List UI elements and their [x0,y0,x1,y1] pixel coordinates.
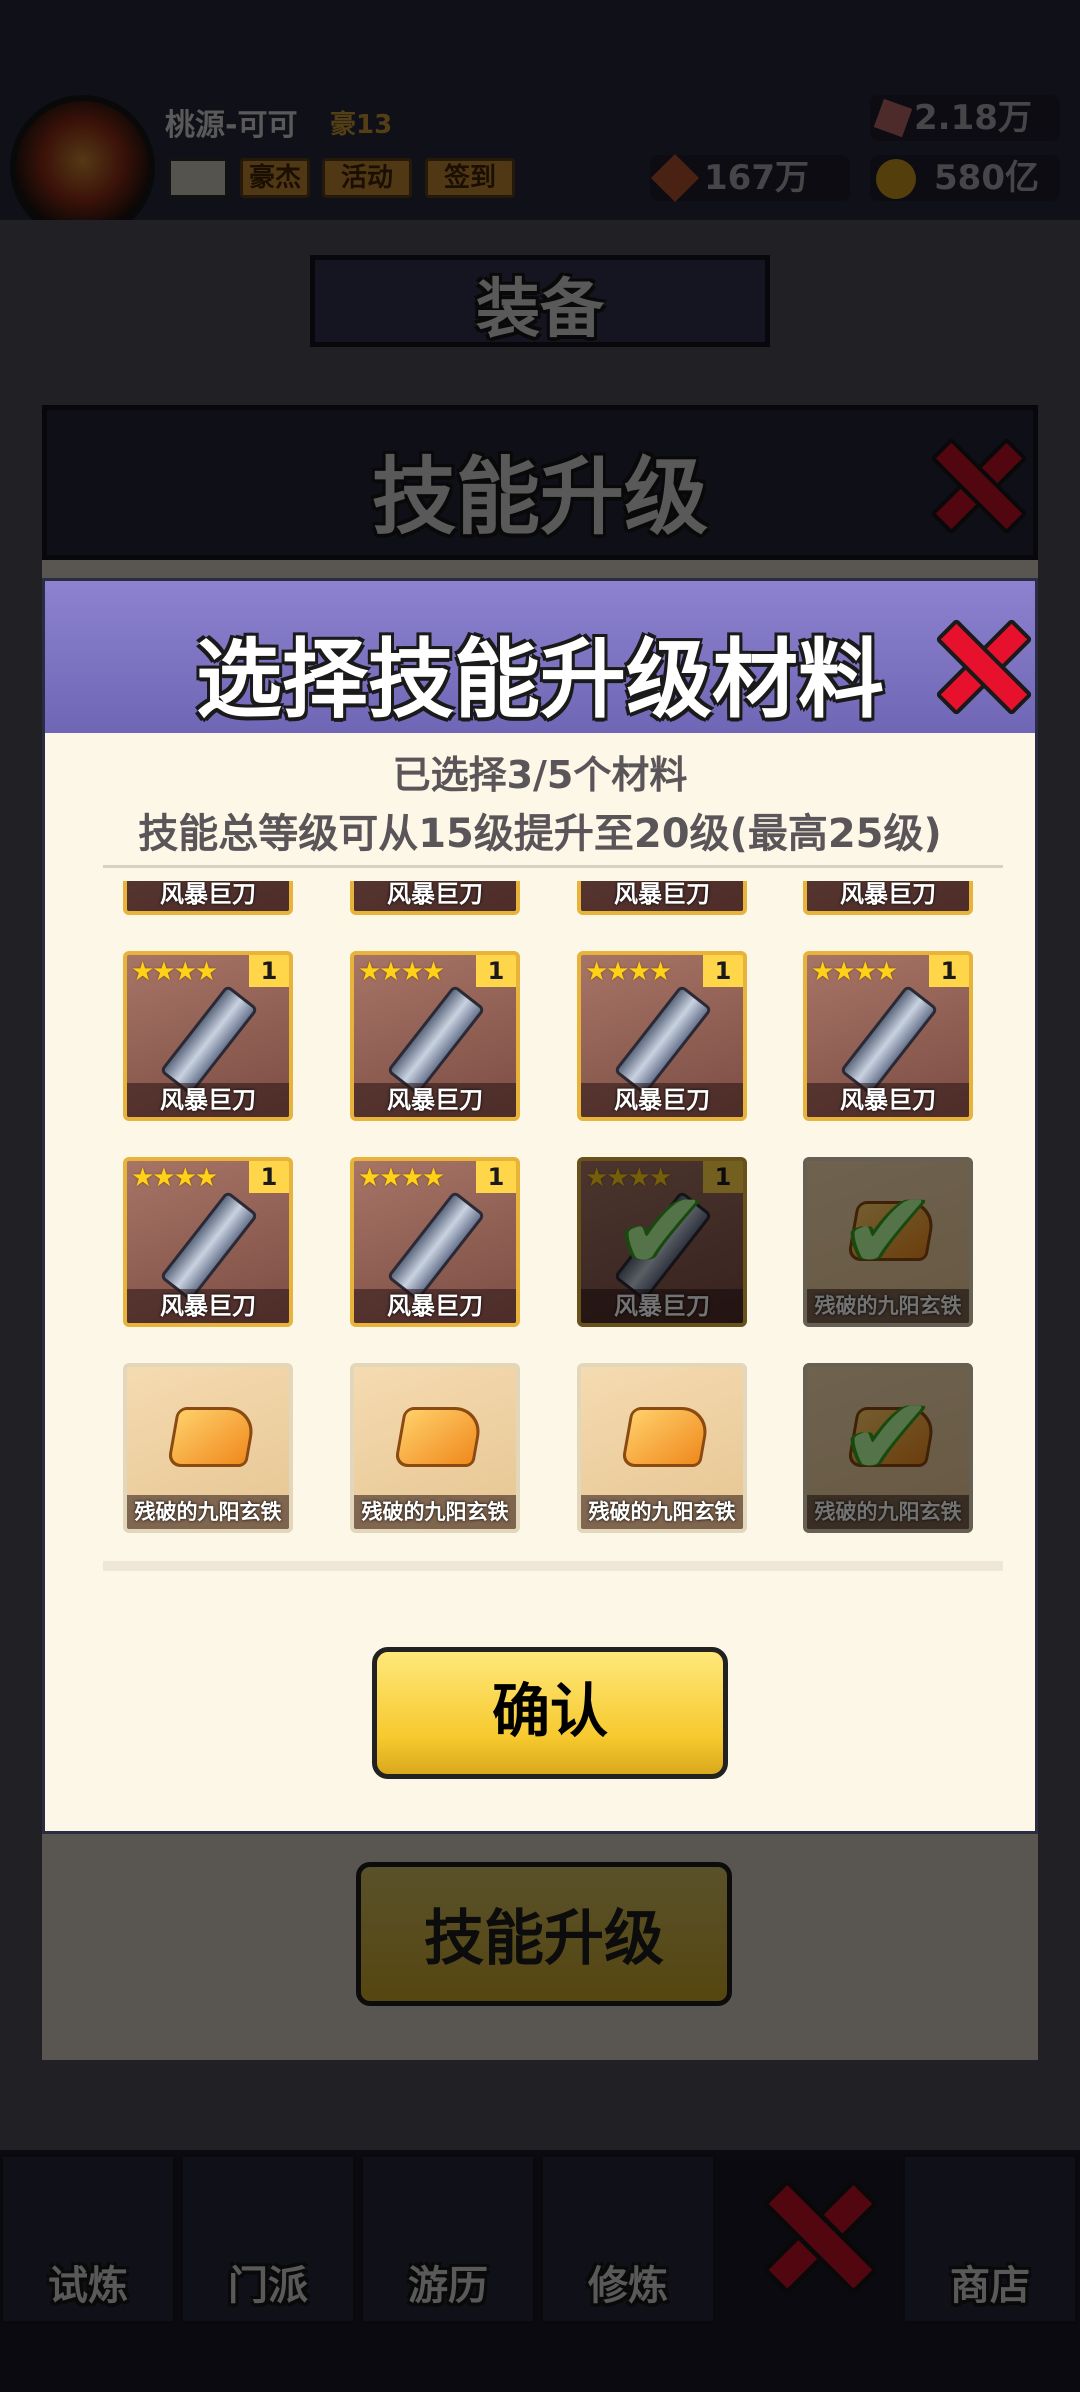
dialog-close-icon[interactable] [935,621,1019,705]
ore-icon [393,1407,485,1467]
gem-counter: 2.18万 [870,95,1060,141]
selected-check-icon: ✔ [615,1167,709,1295]
nav-cultivate[interactable]: 修炼 [540,2154,716,2324]
material-card-blade[interactable]: ★★★★ 1 风暴巨刀 [123,951,293,1121]
level-badge: 1 [249,955,289,987]
nav-shop[interactable]: 商店 [902,2154,1078,2324]
mail-icon[interactable] [168,158,228,198]
equip-title: 装备 [476,273,604,347]
token-icon [650,153,700,203]
material-name: 风暴巨刀 [807,1083,969,1117]
selected-check-icon: ✔ [841,1373,935,1501]
blade-icon [159,984,259,1096]
material-card-partial[interactable]: 风暴巨刀 [350,881,520,915]
chip-signin[interactable]: 签到 [425,158,515,198]
material-card-blade[interactable]: ★★★★ 1 风暴巨刀 [350,1157,520,1327]
material-card-ore[interactable]: 残破的九阳玄铁 [123,1363,293,1533]
gem-icon [873,98,913,138]
chip-event[interactable]: 活动 [322,158,412,198]
material-card-blade[interactable]: ★★★★ 1 风暴巨刀 [803,951,973,1121]
nav-trial[interactable]: 试炼 [0,2154,176,2324]
material-card-ore[interactable]: 残破的九阳玄铁 ✔ [803,1157,973,1327]
divider [103,865,1003,868]
player-name: 桃源-可可 [165,108,298,143]
material-card-blade[interactable]: ★★★★ 1 风暴巨刀 [123,1157,293,1327]
material-name: 残破的九阳玄铁 [581,1495,743,1529]
token-counter: 167万 [650,153,850,203]
chip-hero[interactable]: 豪杰 [240,158,310,198]
level-badge: 1 [249,1161,289,1193]
player-avatar[interactable] [10,95,155,240]
select-material-dialog: 选择技能升级材料 已选择3/5个材料 技能总等级可从15级提升至20级(最高25… [42,578,1038,1834]
gold-counter: 580亿 [870,155,1060,201]
star-rating: ★★★★ [131,957,218,987]
ore-icon [620,1407,712,1467]
level-badge: 1 [703,1161,743,1193]
material-name: 残破的九阳玄铁 [127,1495,289,1529]
material-card-partial[interactable]: 风暴巨刀 [577,881,747,915]
blade-icon [613,984,713,1096]
material-name: 风暴巨刀 [127,1083,289,1117]
material-card-ore[interactable]: 残破的九阳玄铁 [577,1363,747,1533]
nav-sect[interactable]: 门派 [180,2154,356,2324]
coin-icon [876,159,916,199]
grid-fade [103,1561,1003,1571]
level-badge: 1 [476,955,516,987]
material-card-partial[interactable]: 风暴巨刀 [123,881,293,915]
material-name: 风暴巨刀 [581,1083,743,1117]
selected-check-icon: ✔ [841,1167,935,1295]
material-name: 残破的九阳玄铁 [354,1495,516,1529]
blade-icon [386,1190,486,1302]
star-rating: ★★★★ [585,957,672,987]
selected-count: 已选择3/5个材料 [392,753,688,797]
material-name: 风暴巨刀 [354,1289,516,1323]
upgrade-button-label: 技能升级 [424,1904,664,1974]
star-rating: ★★★★ [811,957,898,987]
vip-badge: 豪13 [330,110,393,140]
material-card-blade[interactable]: ★★★★ 1 风暴巨刀 [350,951,520,1121]
close-icon[interactable] [930,440,1014,524]
blade-icon [386,984,486,1096]
material-name: 风暴巨刀 [354,1083,516,1117]
star-rating: ★★★★ [358,1163,445,1193]
bottom-nav: 试炼 门派 游历 修炼 商店 [0,2150,1080,2392]
skill-upgrade-title: 技能升级 [371,448,708,546]
material-grid[interactable]: 风暴巨刀 风暴巨刀 风暴巨刀 风暴巨刀 ★★★★ 1 风暴巨刀 ★★★★ 1 风暴巨刀 ★★… [45,881,1035,1571]
level-info: 技能总等级可从15级提升至20级(最高25级) [138,811,942,857]
ore-icon [166,1407,258,1467]
material-card-partial[interactable]: 风暴巨刀 [803,881,973,915]
level-badge: 1 [929,955,969,987]
material-name: 风暴巨刀 [127,1289,289,1323]
star-rating: ★★★★ [131,1163,218,1193]
material-card-blade[interactable]: ★★★★ 1 风暴巨刀 ✔ [577,1157,747,1327]
material-card-ore[interactable]: 残破的九阳玄铁 ✔ [803,1363,973,1533]
material-card-blade[interactable]: ★★★★ 1 风暴巨刀 [577,951,747,1121]
blade-icon [159,1190,259,1302]
dialog-title: 选择技能升级材料 [196,630,884,730]
blade-icon [839,984,939,1096]
level-badge: 1 [703,955,743,987]
material-card-ore[interactable]: 残破的九阳玄铁 [350,1363,520,1533]
star-rating: ★★★★ [358,957,445,987]
confirm-button[interactable]: 确认 [372,1647,728,1779]
nav-battle-icon[interactable] [762,2182,863,2283]
level-badge: 1 [476,1161,516,1193]
nav-travel[interactable]: 游历 [360,2154,536,2324]
